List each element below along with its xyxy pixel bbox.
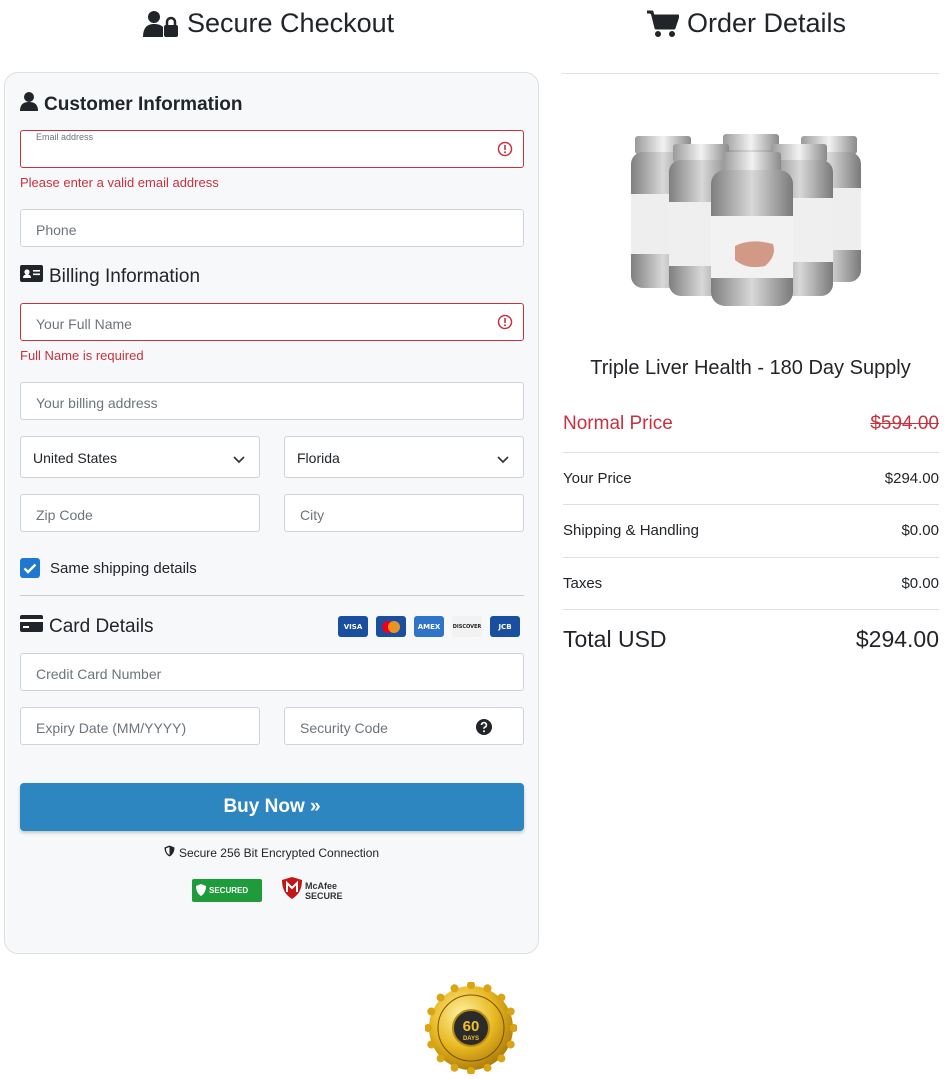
- full-name-field[interactable]: Your Full Name: [20, 303, 524, 341]
- your-price-label: Your Price: [563, 470, 632, 487]
- mastercard-icon: [376, 616, 406, 637]
- normal-price-label: Normal Price: [563, 413, 673, 434]
- mcafee-badge: McAfee SECURE: [282, 877, 343, 904]
- city-field[interactable]: City: [284, 494, 524, 532]
- divider: [563, 609, 939, 610]
- normal-price-value: $594.00: [870, 413, 939, 434]
- divider: [563, 557, 939, 558]
- visa-icon: VISA: [338, 616, 368, 637]
- chevron-down-icon: [497, 451, 509, 469]
- product-name: Triple Liver Health - 180 Day Supply: [590, 357, 911, 379]
- amex-icon: AMEX: [414, 616, 444, 637]
- expiry-date-field[interactable]: Expiry Date (MM/YYYY): [20, 707, 260, 745]
- total-label: Total USD: [563, 626, 667, 652]
- card-details-title: Card Details: [20, 615, 154, 638]
- full-name-error-message: Full Name is required: [20, 348, 144, 363]
- phone-field[interactable]: Phone: [20, 209, 524, 247]
- user-lock-icon: [143, 10, 179, 38]
- taxes-label: Taxes: [563, 575, 603, 592]
- guarantee-days-number: 60: [463, 1018, 480, 1035]
- total-row: Total USD $294.00: [563, 626, 939, 653]
- taxes-value: $0.00: [901, 575, 939, 592]
- checkout-panel: Customer Information Email address Pleas…: [4, 72, 539, 954]
- error-icon: [497, 141, 513, 162]
- bottle-front: [711, 152, 793, 306]
- email-field[interactable]: Email address: [20, 130, 524, 168]
- zip-code-placeholder: Zip Code: [36, 507, 93, 523]
- money-back-guarantee-seal: 60 DAYS: [424, 981, 518, 1079]
- shipping-row: Shipping & Handling $0.00: [563, 522, 939, 539]
- mcafee-shield-icon: [282, 877, 302, 904]
- divider: [563, 452, 939, 453]
- guarantee-days-label: DAYS: [463, 1036, 479, 1042]
- credit-card-number-field[interactable]: Credit Card Number: [20, 653, 524, 691]
- expiry-date-placeholder: Expiry Date (MM/YYYY): [36, 720, 187, 736]
- trustguard-badge: SECURED: [192, 879, 262, 902]
- shopping-cart-icon: [647, 10, 679, 38]
- billing-info-title: Billing Information: [20, 265, 200, 288]
- divider: [562, 73, 939, 74]
- question-circle-icon[interactable]: [476, 719, 492, 740]
- country-select[interactable]: United States: [20, 436, 260, 478]
- divider: [20, 595, 524, 596]
- trustguard-shield-icon: [196, 883, 206, 898]
- secure-connection-note: Secure 256 Bit Encrypted Connection: [5, 845, 538, 860]
- taxes-row: Taxes $0.00: [563, 575, 939, 592]
- customer-info-title: Customer Information: [20, 92, 242, 117]
- discover-icon: DISCOVER: [452, 616, 482, 637]
- total-value: $294.00: [855, 626, 939, 652]
- same-shipping-label: Same shipping details: [50, 559, 197, 577]
- security-code-field[interactable]: Security Code: [284, 707, 524, 745]
- shipping-label: Shipping & Handling: [563, 522, 699, 539]
- credit-card-number-placeholder: Credit Card Number: [36, 666, 162, 682]
- billing-address-placeholder: Your billing address: [36, 395, 158, 411]
- trustguard-text: SECURED: [209, 886, 249, 895]
- credit-card-icon: [20, 615, 43, 638]
- zip-code-field[interactable]: Zip Code: [20, 494, 260, 532]
- id-card-icon: [20, 265, 43, 288]
- error-icon: [497, 314, 513, 335]
- buy-now-button[interactable]: Buy Now »: [20, 783, 524, 831]
- state-select[interactable]: Florida: [284, 436, 524, 478]
- shield-icon: [164, 845, 175, 860]
- jcb-icon: JCB: [490, 616, 520, 637]
- mcafee-text: McAfee SECURE: [305, 880, 343, 901]
- user-icon: [20, 92, 38, 117]
- secure-connection-text: Secure 256 Bit Encrypted Connection: [178, 845, 380, 860]
- checkmark-icon[interactable]: [20, 558, 40, 578]
- full-name-placeholder: Your Full Name: [36, 316, 132, 332]
- your-price-row: Your Price $294.00: [563, 470, 939, 487]
- your-price-value: $294.00: [884, 470, 939, 487]
- shipping-value: $0.00: [901, 522, 939, 539]
- phone-placeholder: Phone: [36, 222, 77, 238]
- state-value: Florida: [297, 450, 340, 466]
- divider: [563, 504, 939, 505]
- card-brands: VISA AMEX DISCOVER JCB: [338, 616, 520, 637]
- security-code-placeholder: Security Code: [300, 720, 388, 736]
- product-image: [625, 128, 877, 313]
- email-label: Email address: [36, 132, 94, 142]
- city-placeholder: City: [300, 507, 325, 523]
- chevron-down-icon: [233, 451, 245, 469]
- secure-checkout-heading: Secure Checkout: [143, 8, 394, 39]
- email-error-message: Please enter a valid email address: [20, 175, 219, 190]
- billing-address-field[interactable]: Your billing address: [20, 382, 524, 420]
- normal-price-row: Normal Price $594.00: [563, 413, 939, 435]
- same-shipping-checkbox[interactable]: Same shipping details: [20, 558, 197, 578]
- order-details-heading: Order Details: [647, 8, 846, 39]
- page-title: Secure Checkout: [187, 8, 395, 38]
- order-details-title: Order Details: [687, 8, 847, 38]
- country-value: United States: [33, 450, 118, 466]
